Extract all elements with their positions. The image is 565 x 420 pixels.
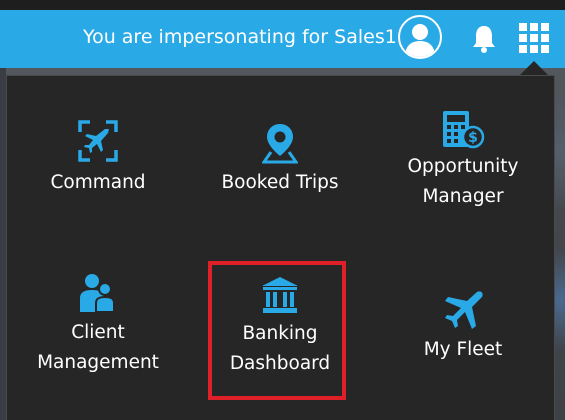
svg-text:$: $ [468, 130, 478, 146]
menu-item-booked-trips[interactable]: Booked Trips [215, 122, 345, 198]
top-strip [0, 0, 565, 10]
menu-item-client-management[interactable]: Client Management [33, 272, 163, 378]
menu-item-label: Booked Trips [221, 172, 339, 193]
bell-icon[interactable] [468, 23, 500, 55]
menu-item-label-line-1: Client [71, 322, 125, 343]
menu-item-label-line-1: Opportunity [407, 156, 519, 177]
calculator-dollar-icon: $ [443, 111, 485, 149]
airplane-icon [445, 291, 483, 329]
impersonation-text: You are impersonating for Sales1 [83, 26, 397, 48]
menu-item-label: Command [50, 172, 146, 193]
airplane-target-icon [78, 120, 118, 162]
apps-grid-icon[interactable] [518, 22, 550, 54]
map-pin-icon [262, 124, 298, 164]
menu-item-label-line-2: Manager [422, 186, 504, 207]
users-icon [80, 274, 115, 313]
dropdown-caret [519, 61, 549, 76]
app-header: You are impersonating for Sales1 [0, 10, 565, 68]
menu-item-label: My Fleet [423, 339, 503, 360]
menu-item-opportunity-manager[interactable]: $ Opportunity Manager [398, 110, 528, 212]
menu-item-my-fleet[interactable]: My Fleet [398, 290, 528, 365]
user-avatar-icon[interactable] [398, 15, 442, 59]
menu-item-command[interactable]: Command [38, 120, 158, 198]
highlight-box [208, 261, 346, 400]
menu-item-label-line-2: Management [37, 352, 159, 373]
